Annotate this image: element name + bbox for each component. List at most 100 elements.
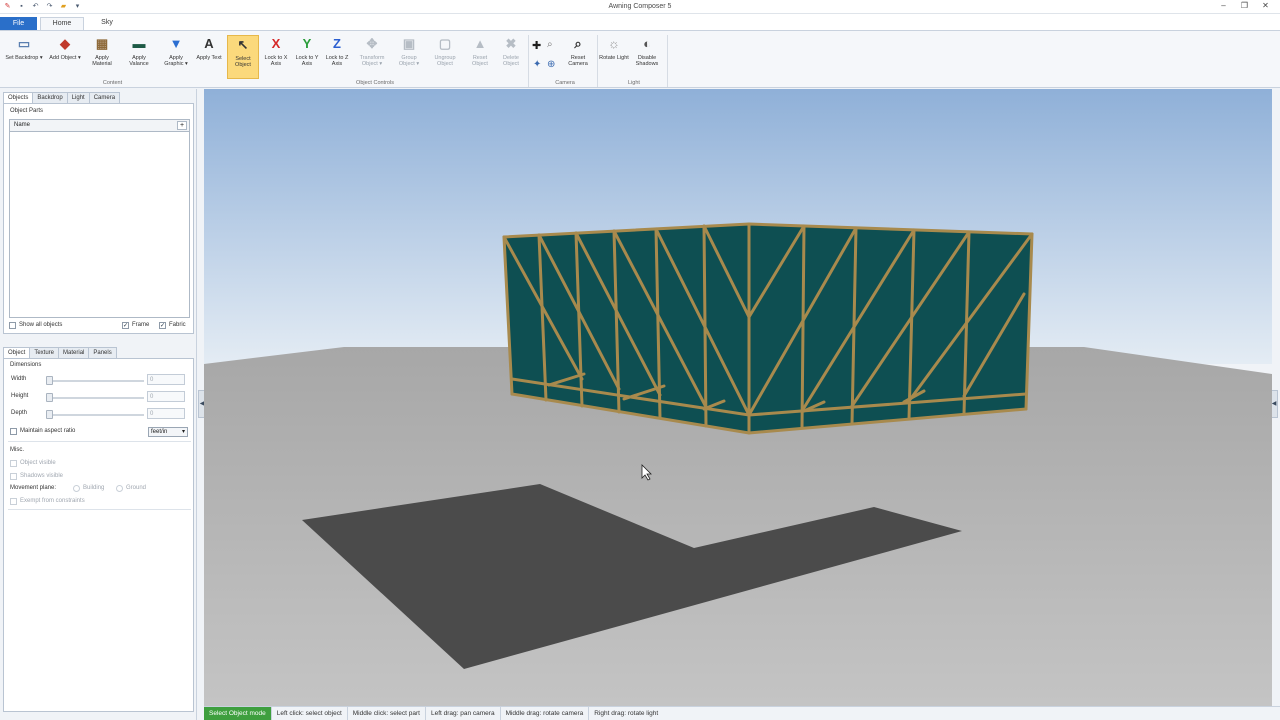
- lock-x-label: Lock to X Axis: [264, 55, 288, 67]
- show-all-checkbox[interactable]: [9, 322, 16, 329]
- height-field[interactable]: 0: [147, 391, 185, 402]
- shadows-visible-checkbox[interactable]: [10, 473, 17, 480]
- tab-texture[interactable]: Texture: [29, 347, 60, 358]
- misc-label: Misc.: [10, 447, 24, 453]
- group-separator: [667, 35, 668, 87]
- delete-object-button[interactable]: ✖ Delete Object: [496, 35, 526, 79]
- object-visible-checkbox[interactable]: [10, 460, 17, 467]
- window-title: Awning Composer 5: [608, 3, 672, 10]
- apply-text-label: Apply Text: [196, 55, 222, 61]
- chevron-down-icon: ▾: [181, 429, 185, 435]
- tab-material[interactable]: Material: [58, 347, 90, 358]
- frame-checkbox[interactable]: ✓: [122, 322, 129, 329]
- add-part-button[interactable]: +: [177, 121, 187, 130]
- transform-object-button[interactable]: ✥ Transform Object ▾: [354, 35, 390, 79]
- disable-shadows-button[interactable]: ◐ Disable Shadows: [630, 35, 664, 79]
- object-parts-list[interactable]: Name +: [9, 119, 190, 318]
- reset-camera-label: Reset Camera: [568, 55, 588, 67]
- transform-object-label: Transform Object ▾: [359, 55, 385, 67]
- divider: [8, 509, 191, 510]
- units-value: feet/in: [151, 429, 168, 435]
- width-slider[interactable]: [46, 380, 144, 382]
- shadows-visible-label: Shadows visible: [20, 473, 64, 479]
- minimize-button[interactable]: –: [1213, 0, 1234, 12]
- add-object-label: Add Object ▾: [49, 55, 81, 61]
- apply-material-button[interactable]: ▦ Apply Material: [85, 35, 119, 79]
- close-button[interactable]: ✕: [1255, 0, 1276, 12]
- tab-backdrop[interactable]: Backdrop: [32, 92, 68, 103]
- select-object-label: Select Object: [235, 56, 251, 68]
- ungroup-object-label: Ungroup Object: [434, 55, 456, 67]
- tab-objects[interactable]: Objects: [3, 92, 34, 103]
- frame-label: Frame: [132, 322, 150, 328]
- depth-field[interactable]: 0: [147, 408, 185, 419]
- set-backdrop-button[interactable]: ▭ Set Backdrop ▾: [4, 35, 44, 79]
- ground-radio[interactable]: [116, 485, 123, 492]
- maintain-aspect-checkbox[interactable]: [10, 428, 17, 435]
- lock-y-button[interactable]: Y Lock to Y Axis: [292, 35, 322, 79]
- depth-slider[interactable]: [46, 414, 144, 416]
- tab-light[interactable]: Light: [66, 92, 90, 103]
- delete-object-label: Delete Object: [503, 55, 519, 67]
- select-object-button[interactable]: ↖ Select Object: [227, 35, 259, 79]
- light-icon: ☼: [608, 36, 620, 51]
- apply-graphic-button[interactable]: ▼ Apply Graphic ▾: [159, 35, 193, 79]
- tab-home[interactable]: Home: [40, 17, 84, 30]
- apply-text-button[interactable]: A Apply Text: [196, 35, 222, 79]
- height-slider[interactable]: [46, 397, 144, 399]
- fabric-checkbox[interactable]: ✓: [159, 322, 166, 329]
- depth-label: Depth: [11, 410, 28, 416]
- height-slider-thumb[interactable]: [46, 393, 53, 402]
- objects-pane: Object Parts Name + Show all objects ✓ F…: [3, 103, 194, 334]
- name-column-header: Name: [14, 122, 31, 128]
- ungroup-object-button[interactable]: ▢ Ungroup Object: [427, 35, 463, 79]
- building-label: Building: [83, 485, 105, 491]
- lock-x-button[interactable]: X Lock to X Axis: [261, 35, 291, 79]
- building-radio[interactable]: [73, 485, 80, 492]
- ribbon-tab-strip: File Home Sky: [0, 14, 1280, 30]
- rotate-light-label: Rotate Light: [599, 55, 629, 61]
- group-object-button[interactable]: ▣ Group Object ▾: [393, 35, 425, 79]
- 3d-viewport[interactable]: [204, 89, 1272, 706]
- lock-y-label: Lock to Y Axis: [295, 55, 319, 67]
- list-header: Name +: [10, 120, 189, 132]
- y-axis-icon: Y: [302, 36, 312, 51]
- scene-canvas[interactable]: [204, 89, 1272, 706]
- objects-tabs: Objects Backdrop Light Camera: [3, 92, 121, 103]
- apply-valance-button[interactable]: ▬ Apply Valance: [122, 35, 156, 79]
- ribbon: ▭ Set Backdrop ▾ ◆ Add Object ▾ ▦ Apply …: [0, 30, 1280, 88]
- exempt-checkbox[interactable]: [10, 498, 17, 505]
- depth-slider-thumb[interactable]: [46, 410, 53, 419]
- units-dropdown[interactable]: feet/in ▾: [148, 427, 188, 437]
- reset-camera-button[interactable]: ⌕ Reset Camera: [563, 35, 593, 79]
- valance-icon: ▬: [132, 36, 146, 51]
- fabric-label: Fabric: [169, 322, 186, 328]
- group-separator: [528, 35, 529, 87]
- ground-label: Ground: [126, 485, 147, 491]
- status-hint: Left drag: pan camera: [424, 707, 500, 720]
- status-hint: Right drag: rotate light: [588, 707, 663, 720]
- tab-file[interactable]: File: [0, 17, 37, 30]
- tab-panels[interactable]: Panels: [88, 347, 117, 358]
- tab-sky[interactable]: Sky: [92, 17, 122, 30]
- pan-camera-icon[interactable]: ✚: [532, 39, 541, 52]
- rotate-light-button[interactable]: ☼ Rotate Light: [599, 35, 629, 79]
- tab-object[interactable]: Object: [3, 347, 31, 358]
- title-bar: ✎ ▪ ↶ ↷ ▰ ▾ Awning Composer 5 – ❐ ✕: [0, 0, 1280, 14]
- add-object-button[interactable]: ◆ Add Object ▾: [48, 35, 82, 79]
- properties-tabs: Object Texture Material Panels: [3, 347, 117, 358]
- status-mode: Select Object mode: [204, 707, 271, 720]
- maximize-button[interactable]: ❐: [1234, 0, 1255, 12]
- group-label-camera: Camera: [555, 80, 575, 86]
- orbit-camera-icon[interactable]: ✦: [533, 59, 541, 70]
- lock-z-label: Lock to Z Axis: [325, 55, 349, 67]
- tab-camera[interactable]: Camera: [88, 92, 121, 103]
- lock-z-button[interactable]: Z Lock to Z Axis: [322, 35, 352, 79]
- reset-object-button[interactable]: ▲ Reset Object: [465, 35, 495, 79]
- zoom-camera-icon[interactable]: ⌕: [547, 39, 553, 50]
- width-slider-thumb[interactable]: [46, 376, 53, 385]
- width-field[interactable]: 0: [147, 374, 185, 385]
- target-camera-icon[interactable]: ⊕: [547, 59, 555, 70]
- window-controls: – ❐ ✕: [1213, 0, 1276, 12]
- width-label: Width: [11, 376, 27, 382]
